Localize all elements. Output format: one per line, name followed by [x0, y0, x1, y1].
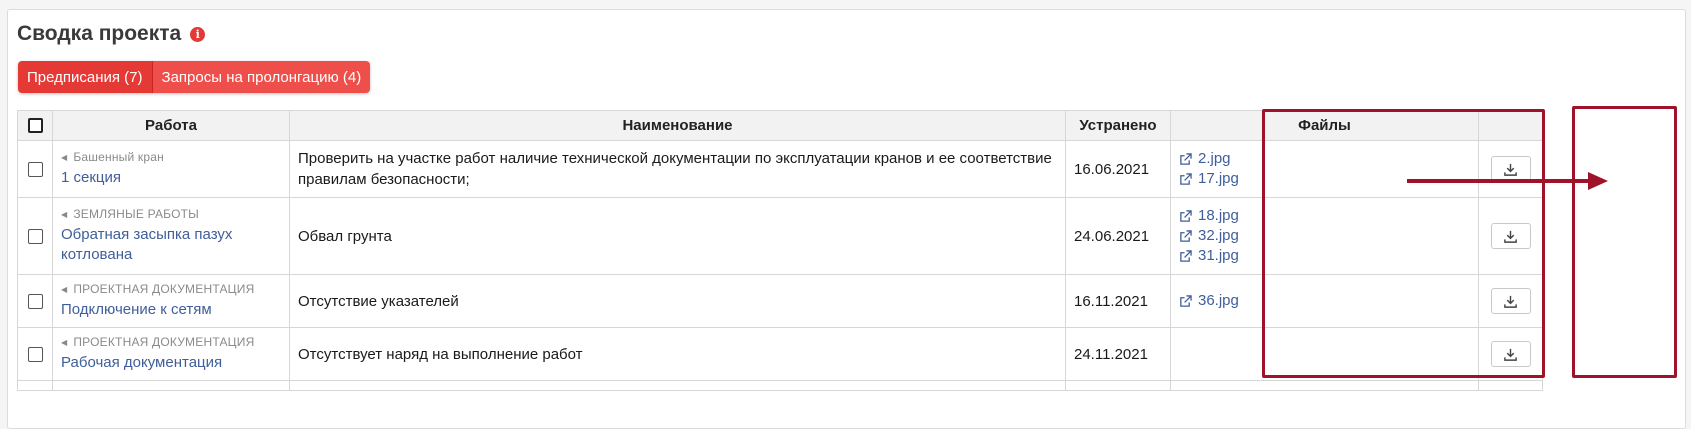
annotation-arrow [1407, 172, 1608, 190]
